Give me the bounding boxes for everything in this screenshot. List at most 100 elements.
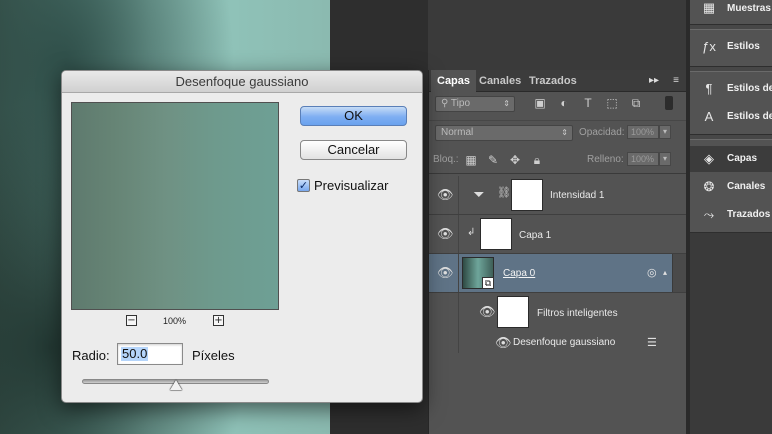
filter-row-gaussian-blur[interactable]: 👁︎ Desenfoque gaussiano ☰ [429, 333, 687, 353]
preview-checkbox[interactable]: ✓ [297, 179, 310, 192]
dock-label: Trazados [727, 209, 771, 220]
layer-name[interactable]: Capa 1 [519, 230, 551, 241]
dialog-title[interactable]: Desenfoque gaussiano [62, 71, 422, 93]
lock-transparency-icon[interactable]: ▦ [464, 153, 478, 167]
fill-field[interactable]: 100% [627, 152, 659, 166]
smart-object-badge-icon: ⧉ [482, 277, 494, 289]
blending-options-icon[interactable]: ☰ [647, 336, 657, 349]
paragraph-styles-icon: ¶ [705, 81, 713, 96]
layers-icon: ◈ [704, 151, 714, 166]
dock-label: Estilos de [727, 83, 772, 94]
layer-name[interactable]: Intensidad 1 [550, 190, 605, 201]
clipping-arrow-icon: ↲ [467, 227, 476, 238]
shape-filter-icon[interactable]: ⬚ [605, 96, 619, 110]
smart-filter-indicator-icon[interactable]: ◎ [647, 266, 657, 279]
zoom-level: 100% [163, 316, 187, 326]
dock-separator [690, 24, 772, 30]
adjustment-filter-icon[interactable]: ◐ [557, 96, 571, 110]
blend-mode-value: Normal [441, 127, 474, 138]
fill-label: Relleno: [587, 154, 624, 165]
filter-name[interactable]: Desenfoque gaussiano [513, 337, 615, 348]
eye-icon[interactable]: 👁︎ [437, 227, 454, 241]
collapse-panel-icon[interactable]: ▸▸ [647, 74, 661, 88]
swatches-icon: ▦ [702, 0, 716, 15]
layer-name[interactable]: Filtros inteligentes [537, 308, 618, 319]
dock-item-styles[interactable]: ƒx Estilos [690, 34, 772, 60]
radius-value: 50.0 [121, 346, 149, 361]
eye-icon[interactable]: 👁︎ [437, 188, 454, 202]
filter-kind-select[interactable]: ⚲ Tipo ⇕ [435, 96, 515, 112]
dock-empty-area [690, 232, 772, 434]
eye-icon[interactable]: 👁︎ [495, 336, 512, 350]
lock-pixels-brush-icon[interactable]: ✎ [486, 153, 500, 167]
preview-label[interactable]: Previsualizar [314, 178, 388, 193]
pixel-filter-icon[interactable]: ▣ [533, 96, 547, 110]
layer-name[interactable]: Capa 0 [503, 268, 535, 279]
zoom-in-button[interactable]: + [213, 315, 224, 326]
lock-label: Bloq.: [433, 154, 459, 165]
dock-label: Estilos [727, 41, 760, 52]
tab-layers[interactable]: Capas [431, 70, 477, 92]
visibility-column [429, 293, 459, 333]
chevron-updown-icon: ⇕ [561, 128, 568, 137]
dock-item-paths[interactable]: ⤳ Trazados [690, 202, 772, 228]
layer-row-smart-filters[interactable]: 👁︎ Filtros inteligentes [429, 293, 687, 333]
paths-icon: ⤳ [703, 207, 715, 222]
opacity-field[interactable]: 100% [627, 125, 659, 139]
layer-row-intensidad[interactable]: 👁︎ ⏷ ⛓ Intensidad 1 [429, 176, 687, 215]
dock-label: Capas [727, 153, 758, 164]
type-filter-icon[interactable]: T [581, 96, 595, 110]
filter-toggle[interactable] [665, 96, 673, 110]
layer-thumbnail[interactable] [480, 218, 512, 250]
radius-input[interactable]: 50.0 [117, 343, 183, 365]
radius-slider-thumb[interactable] [169, 380, 182, 390]
dock-item-layers[interactable]: ◈ Capas [690, 146, 772, 172]
smart-filter-mask-thumbnail[interactable] [497, 296, 529, 328]
dock-item-paragraph-styles[interactable]: ¶ Estilos de [690, 76, 772, 102]
dock-item-swatches[interactable]: ▦ Muestras [690, 0, 772, 26]
visibility-column [429, 333, 459, 353]
lock-position-icon[interactable]: ✥ [508, 153, 522, 167]
blur-preview[interactable] [71, 102, 279, 310]
dock-label: Estilos de [727, 111, 772, 122]
dock-item-channels[interactable]: ❂ Canales [690, 174, 772, 200]
smart-object-filter-icon[interactable]: ⧉ [629, 96, 643, 110]
layer-mask-thumbnail[interactable] [511, 179, 543, 211]
blend-row: Normal ⇕ Opacidad: 100% ▾ [429, 120, 687, 144]
gaussian-blur-dialog: Desenfoque gaussiano − 100% + OK Cancela… [61, 70, 423, 403]
eye-icon[interactable]: 👁︎ [437, 266, 454, 280]
levels-icon: ⏷ [473, 186, 485, 202]
fx-styles-icon: ƒx [702, 39, 716, 54]
layers-scrollbar[interactable] [672, 254, 687, 292]
layer-row-capa-0[interactable]: 👁︎ ⧉ Capa 0 ◎ ▴ [429, 254, 687, 293]
dock-label: Muestras [727, 3, 771, 14]
character-styles-icon: A [704, 109, 714, 124]
blend-mode-select[interactable]: Normal ⇕ [435, 125, 573, 141]
ok-button[interactable]: OK [300, 106, 407, 126]
link-chain-icon[interactable]: ⛓ [497, 186, 511, 199]
chevron-updown-icon: ⇕ [503, 99, 510, 108]
channels-icon: ❂ [703, 179, 715, 194]
right-dock: ▦ Muestras ƒx Estilos ¶ Estilos de A Est… [690, 0, 772, 434]
search-icon: ⚲ [441, 98, 451, 109]
layer-row-capa-1[interactable]: 👁︎ ↲ Capa 1 [429, 215, 687, 254]
opacity-dropdown-icon[interactable]: ▾ [659, 125, 671, 139]
filter-kind-value: Tipo [450, 98, 471, 109]
fill-dropdown-icon[interactable]: ▾ [659, 152, 671, 166]
smart-object-thumbnail[interactable]: ⧉ [462, 257, 494, 289]
layers-panel: Capas Canales Trazados ▸▸ ≡ ⚲ Tipo ⇕ ▣ ◐… [428, 70, 687, 434]
cancel-button[interactable]: Cancelar [300, 140, 407, 160]
zoom-out-button[interactable]: − [126, 315, 137, 326]
opacity-label: Opacidad: [579, 127, 625, 138]
panel-menu-icon[interactable]: ≡ [669, 74, 683, 88]
dock-item-character-styles[interactable]: A Estilos de [690, 104, 772, 130]
eye-icon[interactable]: 👁︎ [479, 305, 496, 319]
lock-row: Bloq.: ▦ ✎ ✥ 🔒︎ Relleno: 100% ▾ [429, 146, 687, 174]
panel-tab-bar: Capas Canales Trazados ▸▸ ≡ [429, 70, 687, 92]
dock-separator [690, 66, 772, 72]
lock-all-icon[interactable]: 🔒︎ [530, 153, 544, 167]
dock-label: Canales [727, 181, 766, 192]
tab-channels[interactable]: Canales [473, 70, 527, 92]
expand-arrow-icon[interactable]: ▴ [663, 268, 667, 277]
tab-paths[interactable]: Trazados [523, 70, 583, 92]
